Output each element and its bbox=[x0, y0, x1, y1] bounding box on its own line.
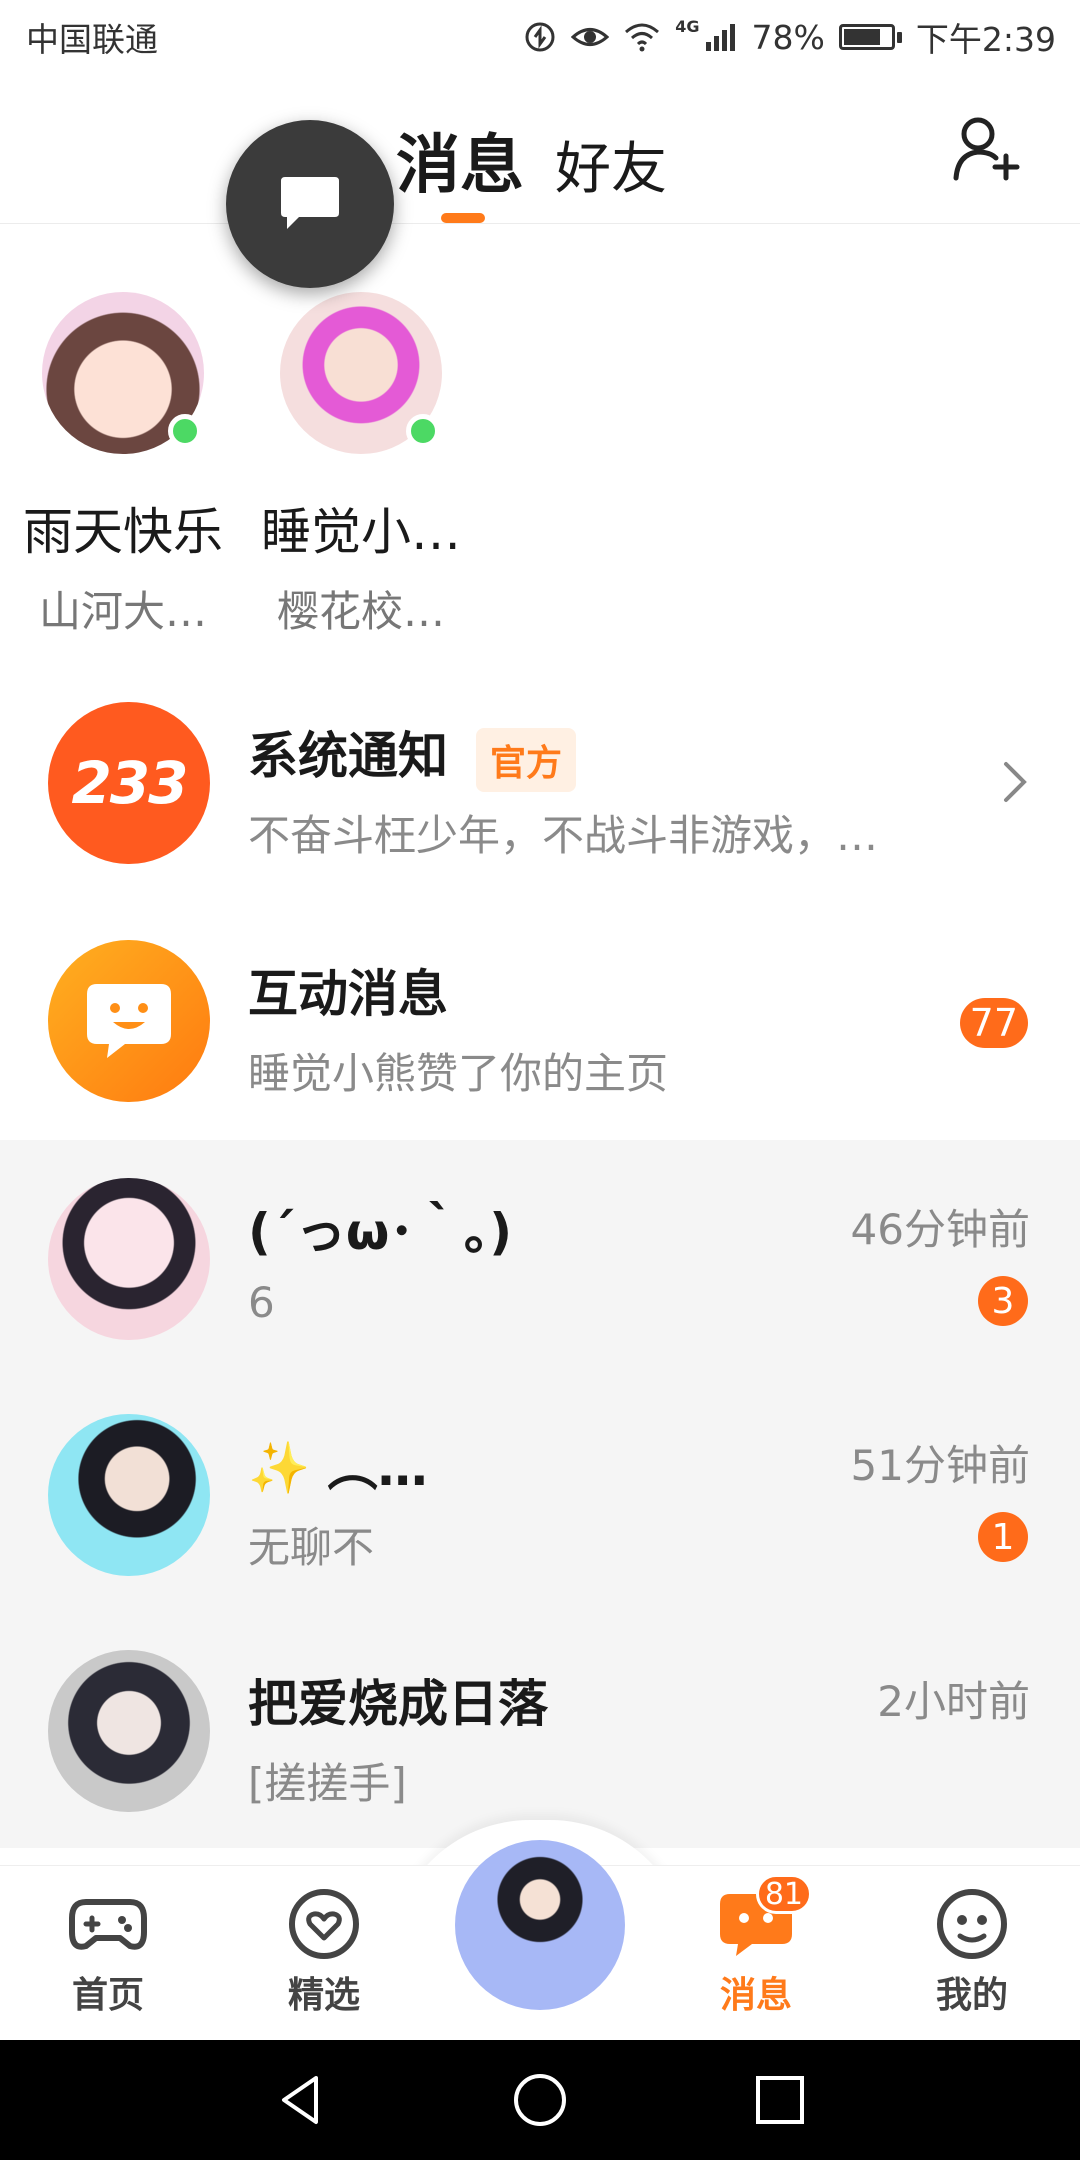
system-avatar: 233 bbox=[48, 702, 210, 864]
row-time: 2小时前 bbox=[877, 1677, 1030, 1726]
avatar bbox=[48, 1414, 210, 1576]
recents-icon[interactable] bbox=[750, 2070, 810, 2130]
battery-icon bbox=[838, 24, 902, 50]
list-item-chat[interactable]: (´っω･｀｡) 6 46分钟前 3 bbox=[0, 1140, 1080, 1376]
row-title: 互动消息 bbox=[248, 965, 448, 1023]
row-title: (´っω･｀｡) bbox=[248, 1203, 513, 1261]
list-item-chat[interactable]: ✨ ︵… 无聊不 51分钟前 1 bbox=[0, 1376, 1080, 1612]
battery-percent: 78% bbox=[751, 17, 825, 57]
floating-chat-button[interactable] bbox=[226, 120, 394, 288]
online-indicator bbox=[168, 414, 202, 448]
friend-name: 睡觉小… bbox=[261, 503, 461, 561]
unread-badge: 3 bbox=[978, 1276, 1028, 1326]
row-time: 46分钟前 bbox=[850, 1205, 1030, 1254]
eye-comfort-icon bbox=[571, 28, 610, 46]
nav-messages-icon-wrap: 81 bbox=[716, 1874, 812, 1960]
official-tag: 官方 bbox=[476, 727, 577, 792]
smiley-face-icon bbox=[937, 1889, 1007, 1959]
add-person-icon[interactable] bbox=[950, 112, 1022, 184]
tab-friends[interactable]: 好友 bbox=[555, 124, 667, 205]
unread-badge: 77 bbox=[959, 998, 1028, 1048]
nav-mine[interactable]: 我的 bbox=[897, 1888, 1047, 2018]
interaction-avatar bbox=[48, 940, 210, 1102]
network-type: 4G bbox=[675, 17, 700, 36]
header: 消息 好友 bbox=[0, 74, 1080, 224]
row-title: ✨ ︵… bbox=[248, 1439, 428, 1497]
nav-mine-label: 我的 bbox=[935, 1975, 1008, 2016]
system-nav-bar bbox=[0, 2040, 1080, 2160]
wifi-icon bbox=[625, 23, 660, 52]
list-item-interaction[interactable]: 互动消息 睡觉小熊赞了你的主页 77 bbox=[0, 902, 1080, 1138]
avatar bbox=[48, 1178, 210, 1340]
nav-messages-label: 消息 bbox=[719, 1975, 792, 2016]
nav-featured[interactable]: 精选 bbox=[249, 1888, 399, 2018]
center-avatar-button[interactable] bbox=[455, 1840, 625, 2010]
row-preview: [搓搓手] bbox=[248, 1759, 407, 1808]
data-saver-icon bbox=[525, 22, 555, 52]
nav-featured-label: 精选 bbox=[287, 1975, 360, 2016]
friend-name: 雨天快乐 bbox=[23, 503, 223, 561]
row-preview: 无聊不 bbox=[248, 1523, 375, 1572]
status-bar: 中国联通 4G 78% 下午2:39 bbox=[0, 0, 1080, 74]
chat-bubble-icon bbox=[281, 177, 339, 229]
friend-subtitle: 山河大… bbox=[38, 587, 207, 636]
friend-item[interactable]: 睡觉小… 樱花校… bbox=[246, 292, 476, 639]
chevron-right-icon bbox=[1004, 762, 1027, 802]
row-time: 51分钟前 bbox=[850, 1441, 1030, 1490]
status-icons: 4G 78% 下午2:39 bbox=[523, 13, 1056, 61]
nav-messages-badge: 81 bbox=[755, 1874, 812, 1914]
carrier-label: 中国联通 bbox=[26, 20, 158, 59]
signal-icon bbox=[705, 24, 735, 51]
nav-home-label: 首页 bbox=[71, 1975, 144, 2016]
tab-indicator bbox=[441, 213, 485, 223]
gamepad-icon bbox=[69, 1899, 147, 1950]
online-indicator bbox=[406, 414, 440, 448]
smile-bubble-icon bbox=[87, 984, 171, 1058]
unread-badge: 1 bbox=[978, 1512, 1028, 1562]
system-avatar-logo: 233 bbox=[71, 749, 188, 817]
avatar bbox=[280, 292, 442, 454]
row-preview: 睡觉小熊赞了你的主页 bbox=[248, 1049, 669, 1098]
friend-subtitle: 樱花校… bbox=[276, 587, 445, 636]
heart-icon bbox=[289, 1889, 359, 1959]
list-item-chat[interactable]: 把爱烧成日落 [搓搓手] 2小时前 bbox=[0, 1612, 1080, 1848]
back-icon[interactable] bbox=[270, 2070, 330, 2130]
nav-messages[interactable]: 81 消息 bbox=[681, 1874, 831, 2018]
nav-home[interactable]: 首页 bbox=[33, 1888, 183, 2018]
home-icon[interactable] bbox=[510, 2070, 570, 2130]
tab-messages[interactable]: 消息 bbox=[396, 114, 524, 206]
avatar bbox=[48, 1650, 210, 1812]
clock: 下午2:39 bbox=[915, 20, 1056, 59]
row-preview: 不奋斗枉少年，不战斗非游戏，… bbox=[248, 811, 879, 860]
avatar bbox=[42, 292, 204, 454]
row-title-text: 系统通知 bbox=[248, 727, 448, 785]
row-preview: 6 bbox=[248, 1278, 275, 1327]
list-item-system-notice[interactable]: 233 系统通知 官方 不奋斗枉少年，不战斗非游戏，… bbox=[0, 664, 1080, 900]
friend-item[interactable]: 雨天快乐 山河大… bbox=[8, 292, 238, 639]
row-title: 系统通知 官方 bbox=[248, 716, 577, 792]
row-title: 把爱烧成日落 bbox=[248, 1675, 548, 1733]
